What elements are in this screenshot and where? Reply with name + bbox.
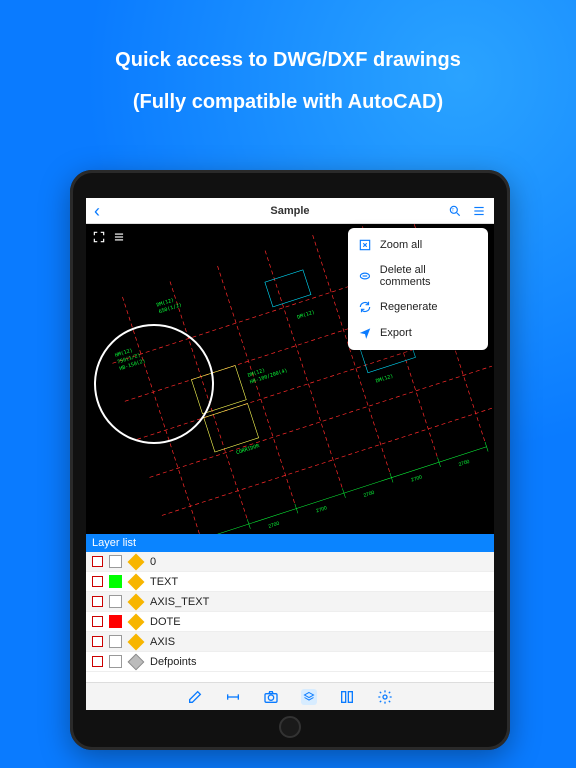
layer-name: AXIS_TEXT: [150, 596, 209, 608]
layer-row[interactable]: AXIS: [86, 632, 494, 652]
svg-text:2700: 2700: [410, 474, 423, 483]
drawing-canvas[interactable]: HM(12) 750(1/2) HB-150(2) DM(12) 650(1/2…: [86, 224, 494, 534]
app-screen: ‹ Sample T: [86, 198, 494, 710]
layer-checkbox[interactable]: [92, 576, 103, 587]
document-title: Sample: [86, 205, 494, 217]
layer-color-swatch: [109, 555, 122, 568]
layer-visibility-icon[interactable]: [128, 593, 145, 610]
layer-color-swatch: [109, 655, 122, 668]
menu-item-label: Export: [380, 327, 412, 339]
menu-regenerate[interactable]: Regenerate: [348, 294, 488, 320]
layer-row[interactable]: AXIS_TEXT: [86, 592, 494, 612]
export-icon: [358, 326, 372, 340]
gear-icon[interactable]: [377, 689, 393, 705]
chevron-left-icon: ‹: [94, 206, 100, 216]
layer-name: DOTE: [150, 616, 181, 628]
svg-text:2700: 2700: [363, 490, 376, 499]
menu-item-label: Delete all comments: [380, 264, 478, 288]
layer-name: Defpoints: [150, 656, 196, 668]
layer-row[interactable]: TEXT: [86, 572, 494, 592]
layer-list-header: Layer list: [86, 534, 494, 552]
layer-checkbox[interactable]: [92, 636, 103, 647]
text-search-icon[interactable]: T: [448, 204, 462, 218]
layer-color-swatch: [109, 635, 122, 648]
home-button[interactable]: [279, 716, 301, 738]
svg-text:2700: 2700: [315, 505, 328, 514]
layer-visibility-icon[interactable]: [128, 553, 145, 570]
menu-item-label: Regenerate: [380, 301, 438, 313]
marketing-copy: Quick access to DWG/DXF drawings (Fully …: [0, 46, 576, 116]
layer-row[interactable]: DOTE: [86, 612, 494, 632]
svg-text:DM(12): DM(12): [375, 373, 394, 384]
list-icon[interactable]: [112, 230, 126, 244]
layer-visibility-icon[interactable]: [128, 613, 145, 630]
zoom-all-icon: [358, 238, 372, 252]
svg-text:2700: 2700: [458, 459, 471, 468]
measure-icon[interactable]: [225, 689, 241, 705]
svg-text:DM(12): DM(12): [297, 309, 316, 320]
layer-name: 0: [150, 556, 156, 568]
menu-delete-comments[interactable]: Delete all comments: [348, 258, 488, 294]
layer-name: AXIS: [150, 636, 175, 648]
marketing-line-1: Quick access to DWG/DXF drawings: [0, 46, 576, 74]
layer-checkbox[interactable]: [92, 616, 103, 627]
columns-icon[interactable]: [339, 689, 355, 705]
camera-icon[interactable]: [263, 689, 279, 705]
svg-text:CORRIDOR: CORRIDOR: [235, 443, 261, 456]
layer-checkbox[interactable]: [92, 596, 103, 607]
layer-visibility-icon[interactable]: [128, 653, 145, 670]
layer-color-swatch: [109, 615, 122, 628]
layer-list: 0 TEXT AXIS_TEXT: [86, 552, 494, 682]
svg-text:T: T: [452, 207, 455, 212]
bottom-toolbar: [86, 682, 494, 710]
topbar: ‹ Sample T: [86, 198, 494, 224]
edit-icon[interactable]: [187, 689, 203, 705]
layer-row[interactable]: Defpoints: [86, 652, 494, 672]
layer-color-swatch: [109, 575, 122, 588]
menu-icon[interactable]: [472, 204, 486, 218]
layer-row[interactable]: 0: [86, 552, 494, 572]
layer-name: TEXT: [150, 576, 178, 588]
layer-checkbox[interactable]: [92, 656, 103, 667]
layer-visibility-icon[interactable]: [128, 633, 145, 650]
marketing-line-2: (Fully compatible with AutoCAD): [0, 88, 576, 116]
layer-color-swatch: [109, 595, 122, 608]
menu-zoom-all[interactable]: Zoom all: [348, 232, 488, 258]
refresh-icon: [358, 300, 372, 314]
delete-comments-icon: [358, 269, 372, 283]
svg-text:2700: 2700: [268, 521, 281, 530]
menu-item-label: Zoom all: [380, 239, 422, 251]
tablet-frame: ‹ Sample T: [70, 170, 510, 750]
context-menu: Zoom all Delete all comments Regenerate: [348, 228, 488, 350]
back-button[interactable]: ‹: [94, 206, 100, 216]
layer-checkbox[interactable]: [92, 556, 103, 567]
magnifier-lens: [94, 324, 214, 444]
fullscreen-icon[interactable]: [92, 230, 106, 244]
menu-export[interactable]: Export: [348, 320, 488, 346]
layer-visibility-icon[interactable]: [128, 573, 145, 590]
layers-icon[interactable]: [301, 689, 317, 705]
